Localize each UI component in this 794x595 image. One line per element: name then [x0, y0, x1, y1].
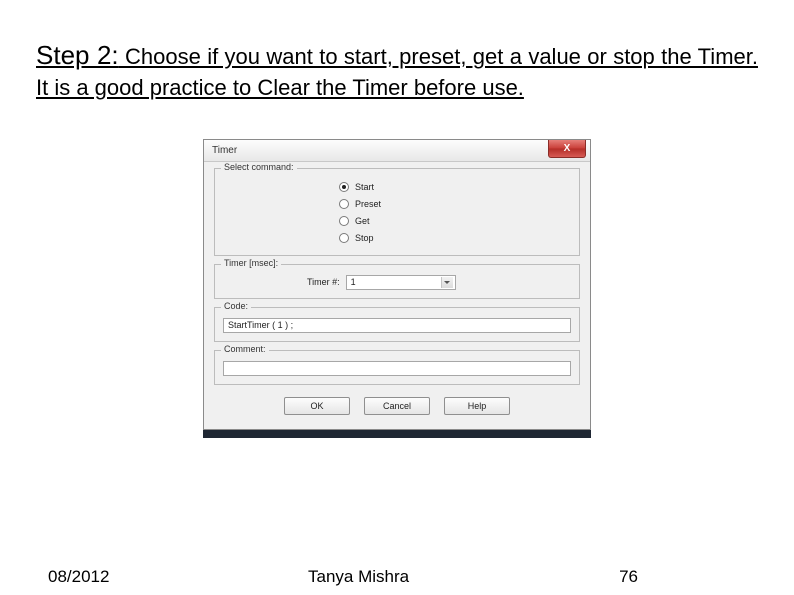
radio-row-preset[interactable]: Preset	[339, 196, 571, 213]
radio-preset-icon	[339, 199, 349, 209]
step-label: Step 2:	[36, 40, 119, 70]
close-button[interactable]: X	[548, 140, 586, 158]
background-strip	[203, 430, 591, 438]
cancel-button-label: Cancel	[383, 401, 411, 411]
radio-row-stop[interactable]: Stop	[339, 230, 571, 247]
dialog-title: Timer	[212, 145, 237, 156]
instruction-text: Step 2: Choose if you want to start, pre…	[36, 38, 758, 103]
chevron-down-icon	[441, 277, 453, 288]
footer-page-number: 76	[619, 567, 638, 587]
group-code: Code: StartTimer ( 1 ) ;	[214, 307, 580, 342]
radio-preset-label: Preset	[355, 199, 381, 209]
comment-input[interactable]	[223, 361, 571, 376]
radio-get-icon	[339, 216, 349, 226]
group-comment: Comment:	[214, 350, 580, 385]
help-button-label: Help	[468, 401, 487, 411]
radio-start-icon	[339, 182, 349, 192]
close-icon: X	[564, 144, 571, 154]
footer-date: 08/2012	[48, 567, 109, 587]
timer-number-combo[interactable]: 1	[346, 275, 456, 290]
radio-row-get[interactable]: Get	[339, 213, 571, 230]
dialog-holder: Timer X Select command: Start Preset	[36, 139, 758, 438]
radio-start-label: Start	[355, 182, 374, 192]
radio-row-start[interactable]: Start	[339, 179, 571, 196]
ok-button[interactable]: OK	[284, 397, 350, 415]
ok-button-label: OK	[310, 401, 323, 411]
group-timer-msec-legend: Timer [msec]:	[221, 258, 281, 268]
group-timer-msec: Timer [msec]: Timer #: 1	[214, 264, 580, 299]
step-body: Choose if you want to start, preset, get…	[36, 44, 758, 100]
group-comment-legend: Comment:	[221, 344, 269, 354]
timer-dialog: Timer X Select command: Start Preset	[203, 139, 591, 430]
help-button[interactable]: Help	[444, 397, 510, 415]
group-select-command-legend: Select command:	[221, 162, 297, 172]
radio-get-label: Get	[355, 216, 370, 226]
code-input[interactable]: StartTimer ( 1 ) ;	[223, 318, 571, 333]
group-code-legend: Code:	[221, 301, 251, 311]
timer-number-value: 1	[351, 277, 356, 287]
button-row: OK Cancel Help	[214, 393, 580, 419]
group-select-command: Select command: Start Preset Get	[214, 168, 580, 256]
cancel-button[interactable]: Cancel	[364, 397, 430, 415]
timer-number-label: Timer #:	[307, 277, 340, 287]
radio-stop-label: Stop	[355, 233, 374, 243]
radio-stop-icon	[339, 233, 349, 243]
code-value: StartTimer ( 1 ) ;	[228, 320, 293, 330]
titlebar: Timer X	[204, 140, 590, 162]
footer-author: Tanya Mishra	[308, 567, 409, 587]
